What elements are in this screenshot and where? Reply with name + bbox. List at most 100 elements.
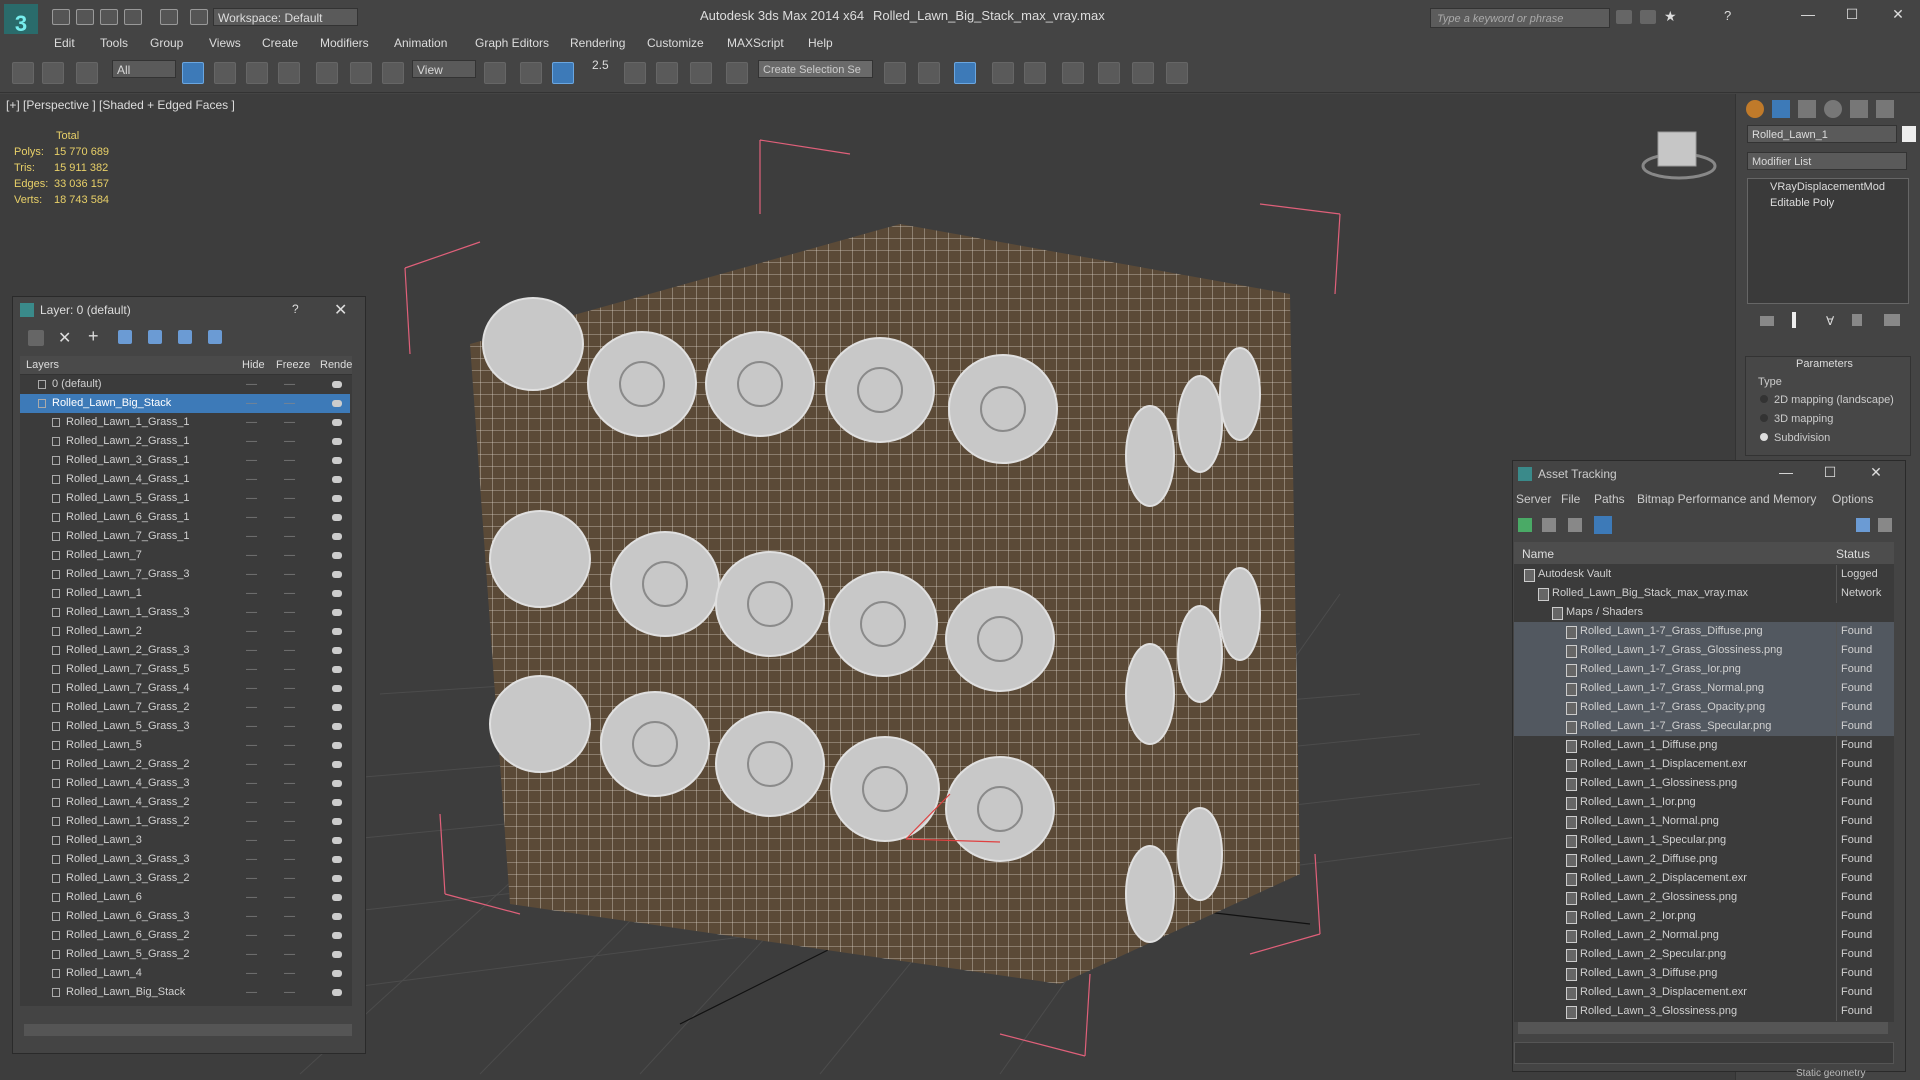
asset-row[interactable]: Rolled_Lawn_1_Diffuse.png Found	[1514, 736, 1894, 755]
asset-path-field[interactable]	[1514, 1042, 1894, 1064]
make-unique-icon[interactable]: ∀	[1826, 314, 1834, 328]
hierarchy-tab-icon[interactable]	[1798, 100, 1816, 118]
layer-row[interactable]: 0 (default) –– ––	[20, 375, 350, 394]
percent-snap-icon[interactable]	[656, 62, 678, 84]
layer-row[interactable]: Rolled_Lawn_5 –– ––	[20, 736, 350, 755]
column-name[interactable]: Name	[1522, 547, 1554, 561]
object-color-swatch[interactable]	[1902, 126, 1916, 142]
asset-menu-server[interactable]: Server	[1516, 492, 1551, 506]
hide-toggle[interactable]: ––	[246, 565, 257, 584]
hide-toggle[interactable]: ––	[246, 679, 257, 698]
hide-toggle[interactable]: ––	[246, 755, 257, 774]
hide-toggle[interactable]: ––	[246, 869, 257, 888]
angle-snap-icon[interactable]	[624, 62, 646, 84]
parameters-title[interactable]: Parameters	[1796, 358, 1853, 370]
render-teapot-icon[interactable]	[332, 837, 342, 844]
window-crossing-icon[interactable]	[278, 62, 300, 84]
layer-row[interactable]: Rolled_Lawn_1_Grass_1 –– ––	[20, 413, 350, 432]
hide-toggle[interactable]: ––	[246, 375, 257, 394]
freeze-all-icon[interactable]	[208, 330, 222, 344]
freeze-toggle[interactable]: ––	[284, 812, 295, 831]
object-name-field[interactable]: Rolled_Lawn_1	[1747, 125, 1897, 143]
freeze-toggle[interactable]: ––	[284, 565, 295, 584]
hide-toggle[interactable]: ––	[246, 926, 257, 945]
layer-row[interactable]: Rolled_Lawn_4_Grass_2 –– ––	[20, 793, 350, 812]
layer-row[interactable]: Rolled_Lawn_4 –– ––	[20, 964, 350, 983]
hide-toggle[interactable]: ––	[246, 850, 257, 869]
scale-icon[interactable]	[382, 62, 404, 84]
hide-toggle[interactable]: ––	[246, 603, 257, 622]
asset-menu-bitmap-performance[interactable]: Bitmap Performance and Memory	[1637, 492, 1816, 506]
render-setup-icon[interactable]	[1098, 62, 1120, 84]
asset-row[interactable]: Rolled_Lawn_1-7_Grass_Glossiness.png Foun…	[1514, 641, 1894, 660]
menu-modifiers[interactable]: Modifiers	[320, 36, 369, 50]
hide-toggle[interactable]: ––	[246, 413, 257, 432]
render-teapot-icon[interactable]	[332, 628, 342, 635]
freeze-toggle[interactable]: ––	[284, 660, 295, 679]
asset-row[interactable]: Rolled_Lawn_1_Displacement.exr Found	[1514, 755, 1894, 774]
hide-toggle[interactable]: ––	[246, 945, 257, 964]
freeze-toggle[interactable]: ––	[284, 850, 295, 869]
table-view-icon[interactable]	[1594, 516, 1612, 534]
graphite-ribbon-icon[interactable]	[992, 62, 1014, 84]
column-freeze[interactable]: Freeze	[276, 359, 310, 371]
render-teapot-icon[interactable]	[332, 495, 342, 502]
pivot-center-icon[interactable]	[484, 62, 506, 84]
freeze-toggle[interactable]: ––	[284, 451, 295, 470]
asset-help-icon[interactable]	[1856, 518, 1870, 532]
curve-editor-icon[interactable]	[1024, 62, 1046, 84]
modify-tab-icon[interactable]	[1772, 100, 1790, 118]
asset-row[interactable]: Rolled_Lawn_2_Ior.png Found	[1514, 907, 1894, 926]
asset-row[interactable]: Rolled_Lawn_2_Glossiness.png Found	[1514, 888, 1894, 907]
freeze-toggle[interactable]: ––	[284, 964, 295, 983]
asset-row[interactable]: Rolled_Lawn_1_Normal.png Found	[1514, 812, 1894, 831]
freeze-toggle[interactable]: ––	[284, 489, 295, 508]
render-teapot-icon[interactable]	[332, 951, 342, 958]
hide-toggle[interactable]: ––	[246, 812, 257, 831]
material-editor-icon[interactable]	[1062, 62, 1084, 84]
type-option-3d-mapping[interactable]: 3D mapping	[1760, 413, 1833, 425]
hide-toggle[interactable]: ––	[246, 470, 257, 489]
motion-tab-icon[interactable]	[1824, 100, 1842, 118]
layer-row[interactable]: Rolled_Lawn_6_Grass_1 –– ––	[20, 508, 350, 527]
freeze-toggle[interactable]: ––	[284, 869, 295, 888]
render-production-icon[interactable]	[1166, 62, 1188, 84]
render-teapot-icon[interactable]	[332, 533, 342, 540]
freeze-toggle[interactable]: ––	[284, 945, 295, 964]
freeze-toggle[interactable]: ––	[284, 413, 295, 432]
menu-group[interactable]: Group	[150, 36, 183, 50]
mirror-icon[interactable]	[884, 62, 906, 84]
freeze-toggle[interactable]: ––	[284, 793, 295, 812]
asset-menu-file[interactable]: File	[1561, 492, 1580, 506]
hide-toggle[interactable]: ––	[246, 584, 257, 603]
freeze-toggle[interactable]: ––	[284, 679, 295, 698]
layer-row[interactable]: Rolled_Lawn_7 –– ––	[20, 546, 350, 565]
asset-maximize-icon[interactable]: ☐	[1818, 464, 1842, 484]
render-teapot-icon[interactable]	[332, 799, 342, 806]
layer-row[interactable]: Rolled_Lawn_2_Grass_1 –– ––	[20, 432, 350, 451]
layer-row[interactable]: Rolled_Lawn_6 –– ––	[20, 888, 350, 907]
new-file-icon[interactable]	[52, 9, 70, 25]
asset-row[interactable]: Autodesk Vault Logged	[1514, 565, 1894, 584]
help-icon[interactable]: ?	[1724, 8, 1731, 23]
create-tab-icon[interactable]	[1746, 100, 1764, 118]
hide-toggle[interactable]: ––	[246, 546, 257, 565]
layer-row[interactable]: Rolled_Lawn_Big_Stack –– ––	[20, 983, 350, 1002]
type-option-subdivision[interactable]: Subdivision	[1760, 432, 1830, 444]
asset-row[interactable]: Rolled_Lawn_1_Ior.png Found	[1514, 793, 1894, 812]
column-render[interactable]: Rende	[320, 359, 352, 371]
favorites-icon[interactable]: ★	[1664, 8, 1677, 25]
select-highlighted-icon[interactable]	[118, 330, 132, 344]
layer-row[interactable]: Rolled_Lawn_Big_Stack –– ––	[20, 394, 350, 413]
hide-toggle[interactable]: ––	[246, 983, 257, 1002]
asset-horizontal-scrollbar[interactable]	[1518, 1022, 1888, 1034]
unlink-icon[interactable]	[42, 62, 64, 84]
freeze-toggle[interactable]: ––	[284, 622, 295, 641]
rotate-icon[interactable]	[350, 62, 372, 84]
layer-row[interactable]: Rolled_Lawn_3 –– ––	[20, 831, 350, 850]
render-teapot-icon[interactable]	[332, 723, 342, 730]
asset-minimize-icon[interactable]: —	[1774, 464, 1798, 484]
reference-coordinate-dropdown[interactable]: View	[412, 60, 476, 78]
hide-toggle[interactable]: ––	[246, 717, 257, 736]
freeze-toggle[interactable]: ––	[284, 926, 295, 945]
